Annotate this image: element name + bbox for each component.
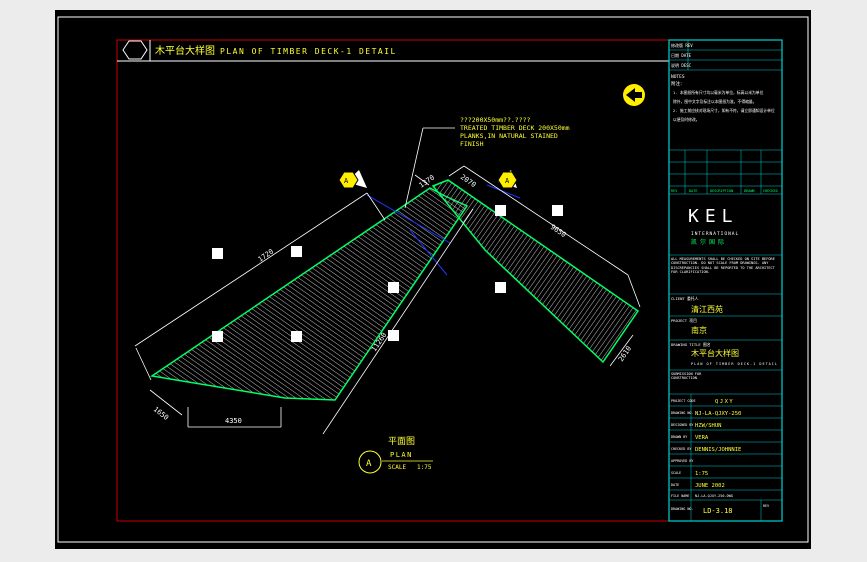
svg-text:DATE: DATE <box>689 189 697 193</box>
plan-scale-label: SCALE <box>388 464 406 471</box>
svg-text:2. 施工前应核对现场尺寸，如有不符，请立即通知设计单位: 2. 施工前应核对现场尺寸，如有不符，请立即通知设计单位 <box>673 108 775 113</box>
marker <box>495 282 506 293</box>
revision-grid <box>669 149 782 195</box>
info-values: QJXY NJ-LA-QJXY-250 HZW/SHUN VERA DENNIS… <box>695 399 741 515</box>
svg-text:日期 DATE: 日期 DATE <box>671 52 692 58</box>
dim-left-end: 1650 <box>152 405 170 422</box>
svg-text:DESCRIPTION: DESCRIPTION <box>710 189 733 193</box>
cad-drawing: 木平台大样图 PLAN OF TIMBER DECK-1 DETAIL A A … <box>57 16 809 543</box>
project-value: 南京 <box>691 325 707 335</box>
date-value: JUNE 2002 <box>695 483 725 489</box>
svg-text:CHECKED BY: CHECKED BY <box>671 447 691 451</box>
company-cn: 凯尔国际 <box>691 238 727 246</box>
file-value: NJ-LA-QJXY-250.DWG <box>695 494 733 498</box>
svg-text:CLIENT 委托人: CLIENT 委托人 <box>671 296 699 301</box>
svg-text:NOTES: NOTES <box>671 74 685 80</box>
svg-text:DRAWN BY: DRAWN BY <box>671 435 687 439</box>
drawing-title-cn: 木平台大样图 <box>155 44 215 57</box>
marker <box>388 282 399 293</box>
svg-text:PLAN OF TIMBER DECK-1 DETAIL: PLAN OF TIMBER DECK-1 DETAIL <box>691 362 778 366</box>
dim-bottom: 4350 <box>225 417 242 425</box>
disclaimer: ALL MEASUREMENTS SHALL BE CHECKED ON SIT… <box>671 257 775 274</box>
section-marker-right: A <box>497 170 518 189</box>
plan-label-en: PLAN <box>390 451 413 459</box>
svg-text:说明 DESC: 说明 DESC <box>671 62 692 68</box>
dim-right-long: 9650 <box>549 223 567 239</box>
plan-bubble: A <box>366 459 372 469</box>
company-logo: KEL <box>688 206 739 227</box>
checked-value: DENNIS/JOHNNIE <box>695 447 741 453</box>
marker <box>495 205 506 216</box>
project-code-value: QJXY <box>715 399 734 405</box>
marker <box>388 330 399 341</box>
timber-deck-left <box>150 187 469 401</box>
svg-text:FILE NAME: FILE NAME <box>671 494 689 498</box>
svg-text:FINISH: FINISH <box>460 140 484 148</box>
svg-text:1. 本图纸所有尺寸均以毫米为单位，标高以米为单位: 1. 本图纸所有尺寸均以毫米为单位，标高以米为单位 <box>673 90 764 95</box>
scale-value: 1:75 <box>695 471 708 477</box>
north-arrow-icon <box>623 84 645 106</box>
title-block: 修改版 REV 日期 DATE 说明 DESC NOTES 附注： 1. 本图纸… <box>668 39 783 522</box>
svg-text:DRAWING NO.: DRAWING NO. <box>671 507 693 511</box>
marker <box>291 331 302 342</box>
drawing-title-en: PLAN OF TIMBER DECK-1 DETAIL <box>220 47 397 56</box>
svg-text:DRAWING TITLE 图名: DRAWING TITLE 图名 <box>671 342 711 347</box>
material-note: ???200X50mm??.???? TREATED TIMBER DECK 2… <box>460 116 570 148</box>
svg-text:除外，图中文字及标注以本图纸为准，不得缩量。: 除外，图中文字及标注以本图纸为准，不得缩量。 <box>673 99 757 104</box>
svg-text:REV: REV <box>763 504 769 508</box>
svg-text:CHECKED: CHECKED <box>763 189 778 193</box>
drawing-header: 木平台大样图 PLAN OF TIMBER DECK-1 DETAIL <box>117 40 669 62</box>
sheet-no-value: LD-3.18 <box>703 507 733 515</box>
plan-scale-value: 1:75 <box>417 464 432 471</box>
plan-label: A 平面图 PLAN SCALE 1:75 <box>358 436 433 474</box>
marker <box>552 205 563 216</box>
dim-right-end: 2610 <box>617 345 633 363</box>
status-label: SUBMISSION FOR CONSTRUCTION <box>671 372 701 380</box>
svg-text:以便及时修改。: 以便及时修改。 <box>673 117 700 122</box>
svg-text:附注：: 附注： <box>671 80 685 87</box>
svg-text:SCALE: SCALE <box>671 471 681 475</box>
revision-headers: REV DATE DESCRIPTION DRAWN CHECKED <box>671 189 778 193</box>
drawing-no-value: NJ-LA-QJXY-250 <box>695 411 741 417</box>
marker <box>212 331 223 342</box>
drawing-sheet: 木平台大样图 PLAN OF TIMBER DECK-1 DETAIL A A … <box>55 10 811 549</box>
company-sub: INTERNATIONAL <box>691 231 739 237</box>
svg-text:TREATED TIMBER DECK 200X50mm: TREATED TIMBER DECK 200X50mm <box>460 124 570 132</box>
marker <box>291 246 302 257</box>
dim-top-right-short: 2070 <box>459 173 477 189</box>
client-value: 清江西苑 <box>691 304 723 314</box>
timber-deck-right <box>431 179 640 364</box>
svg-text:修改版 REV: 修改版 REV <box>671 42 693 48</box>
marker <box>212 248 223 259</box>
svg-text:REV: REV <box>671 189 678 193</box>
drawing-title-value: 木平台大样图 <box>691 348 739 358</box>
svg-text:DRAWN: DRAWN <box>744 189 755 193</box>
hexagon-icon <box>122 40 148 60</box>
svg-text:PLANKS,IN NATURAL STAINED: PLANKS,IN NATURAL STAINED <box>460 132 558 140</box>
svg-text:PROJECT CODE: PROJECT CODE <box>671 399 696 403</box>
svg-text:DRAWING NO.: DRAWING NO. <box>671 411 693 415</box>
svg-text:DESIGNED BY: DESIGNED BY <box>671 423 693 427</box>
section-marker-left: A <box>338 170 367 189</box>
svg-text:APPROVED BY: APPROVED BY <box>671 459 693 463</box>
svg-text:DATE: DATE <box>671 483 679 487</box>
drawn-value: VERA <box>695 435 709 441</box>
plan-label-cn: 平面图 <box>388 436 415 447</box>
designed-value: HZW/SHUN <box>695 423 722 429</box>
svg-text:???200X50mm??.????: ???200X50mm??.???? <box>460 116 531 124</box>
dim-top-left: 1720 <box>257 248 275 264</box>
svg-text:PROJECT 项目: PROJECT 项目 <box>671 318 697 323</box>
